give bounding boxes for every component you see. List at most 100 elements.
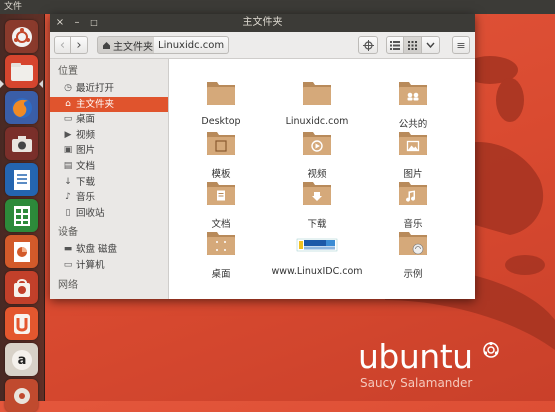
libreoffice-impress-icon[interactable]: [5, 235, 38, 268]
sidebar-item-label: 下载: [76, 176, 96, 188]
places-sidebar: 位置 ◷ 最近打开 ⌂ 主文件夹 ▭ 桌面 ▶ 视频 ▣ 图片 ▤ 文档 ↓ 下载 ♪ 音乐 ▯…: [50, 59, 169, 299]
sidebar-item-recent[interactable]: ◷ 最近打开: [50, 81, 168, 97]
shotwell-icon[interactable]: [5, 127, 38, 160]
sidebar-item-home[interactable]: ⌂ 主文件夹: [50, 96, 168, 113]
location-button[interactable]: [358, 36, 378, 54]
menu-button[interactable]: ≡: [452, 36, 470, 54]
breadcrumb-linuxidc[interactable]: Linuxidc.com: [154, 36, 230, 54]
breadcrumb-home[interactable]: 主文件夹: [97, 36, 158, 54]
folder-desktop[interactable]: Desktop: [173, 79, 269, 127]
folder-icon: [207, 232, 235, 255]
folder-templates[interactable]: 模板: [173, 129, 269, 180]
download-icon: ↓: [64, 176, 72, 187]
folder-examples[interactable]: 示例: [365, 229, 461, 280]
folder-desktop-link[interactable]: 桌面: [173, 229, 269, 280]
folder-public[interactable]: 公共的: [365, 79, 461, 130]
software-center-icon[interactable]: [5, 271, 38, 304]
sidebar-item-label: 计算机: [76, 259, 105, 271]
toolbar: ‹ › 主文件夹 Linuxidc.com ≡: [50, 32, 475, 59]
sidebar-heading-network: 网络: [58, 279, 78, 291]
document-icon: ▤: [63, 160, 73, 171]
list-view-button[interactable]: [386, 36, 404, 54]
folder-icon: [207, 82, 235, 105]
file-label: 下载: [307, 219, 327, 230]
folder-icon: [303, 132, 331, 155]
file-manager-window: × – □ 主文件夹 ‹ › 主文件夹 Linuxidc.com ≡ 位置 ◷ …: [50, 14, 475, 299]
app-menu-label[interactable]: 文件: [0, 2, 22, 12]
amazon-icon[interactable]: a: [5, 343, 38, 376]
chevron-down-icon: [426, 42, 435, 48]
grid-view-icon: [408, 40, 417, 50]
folder-linuxidc[interactable]: Linuxidc.com: [269, 79, 365, 127]
breadcrumb-home-label: 主文件夹: [113, 41, 153, 53]
sidebar-item-videos[interactable]: ▶ 视频: [50, 128, 168, 144]
sidebar-item-computer[interactable]: ▭ 计算机: [50, 258, 168, 274]
sidebar-item-music[interactable]: ♪ 音乐: [50, 190, 168, 206]
folder-music[interactable]: 音乐: [365, 179, 461, 230]
folder-icon: [303, 182, 331, 205]
file-label: 视频: [307, 169, 327, 180]
window-titlebar[interactable]: × – □ 主文件夹: [50, 14, 475, 32]
hamburger-icon: ≡: [456, 38, 466, 52]
folder-icon: [399, 132, 427, 155]
sidebar-item-label: 图片: [76, 145, 96, 157]
files-icon[interactable]: [5, 55, 38, 88]
sidebar-item-label: 软盘 磁盘: [76, 244, 118, 256]
folder-icon: [207, 132, 235, 155]
music-icon: ♪: [65, 192, 71, 203]
sidebar-item-floppy[interactable]: ▬ 软盘 磁盘: [50, 242, 168, 258]
sidebar-item-desktop[interactable]: ▭ 桌面: [50, 112, 168, 128]
folder-videos[interactable]: 视频: [269, 129, 365, 180]
launcher-running-indicator: [0, 80, 4, 88]
back-button[interactable]: ‹: [54, 36, 71, 54]
libreoffice-calc-icon[interactable]: [5, 199, 38, 232]
file-label: 公共的: [398, 119, 428, 130]
clock-icon: ◷: [64, 83, 72, 93]
sidebar-item-label: 主文件夹: [76, 98, 115, 110]
file-grid: Desktop Linuxidc.com 公共的模板 视频 图片文档 下载 音乐桌面 www.…: [169, 59, 475, 299]
folder-icon: [399, 82, 427, 105]
settings-icon[interactable]: [5, 379, 38, 412]
sidebar-item-downloads[interactable]: ↓ 下载: [50, 175, 168, 191]
sidebar-item-pictures[interactable]: ▣ 图片: [50, 143, 168, 159]
desktop-icon: ▭: [63, 114, 73, 125]
sidebar-heading-places: 位置: [58, 66, 78, 77]
sidebar-item-label: 桌面: [76, 114, 96, 126]
ubuntu-circle-of-friends-icon: [483, 342, 499, 358]
ubuntu-one-icon[interactable]: [5, 307, 38, 340]
computer-icon: ▭: [63, 259, 73, 270]
sidebar-item-label: 回收站: [76, 207, 105, 219]
view-options-button[interactable]: [422, 36, 440, 54]
top-panel: 文件: [0, 0, 555, 14]
launcher: a: [0, 14, 45, 412]
ubuntu-wordmark: ubuntu: [358, 337, 473, 376]
sidebar-heading-devices: 设备: [58, 227, 78, 239]
firefox-icon[interactable]: [5, 91, 38, 124]
file-label: 桌面: [211, 269, 231, 280]
chevron-left-icon: ‹: [59, 37, 66, 53]
forward-button[interactable]: ›: [71, 36, 88, 54]
home-icon: [103, 41, 110, 49]
folder-pictures[interactable]: 图片: [365, 129, 461, 180]
libreoffice-writer-icon[interactable]: [5, 163, 38, 196]
file-linuxidc-logo[interactable]: www.LinuxIDC.com: [269, 229, 365, 277]
file-label: 图片: [403, 169, 423, 180]
launcher-focus-indicator: [39, 80, 43, 88]
home-icon: ⌂: [65, 98, 71, 109]
grid-view-button[interactable]: [404, 36, 422, 54]
list-view-icon: [390, 40, 400, 50]
trash-icon: ▯: [65, 207, 71, 218]
release-name: Saucy Salamander: [360, 376, 473, 390]
folder-icon: [399, 182, 427, 205]
sidebar-item-documents[interactable]: ▤ 文档: [50, 159, 168, 175]
sidebar-item-label: 最近打开: [76, 83, 115, 94]
chevron-right-icon: ›: [76, 37, 82, 53]
ubuntu-dash-icon[interactable]: [5, 20, 38, 53]
folder-documents[interactable]: 文档: [173, 179, 269, 230]
sidebar-item-trash[interactable]: ▯ 回收站: [50, 206, 168, 222]
crosshair-icon: [362, 39, 374, 51]
file-label: Linuxidc.com: [285, 116, 349, 127]
linuxidc-logo-icon: [296, 238, 338, 252]
floppy-icon: ▬: [63, 244, 73, 255]
folder-downloads[interactable]: 下载: [269, 179, 365, 230]
